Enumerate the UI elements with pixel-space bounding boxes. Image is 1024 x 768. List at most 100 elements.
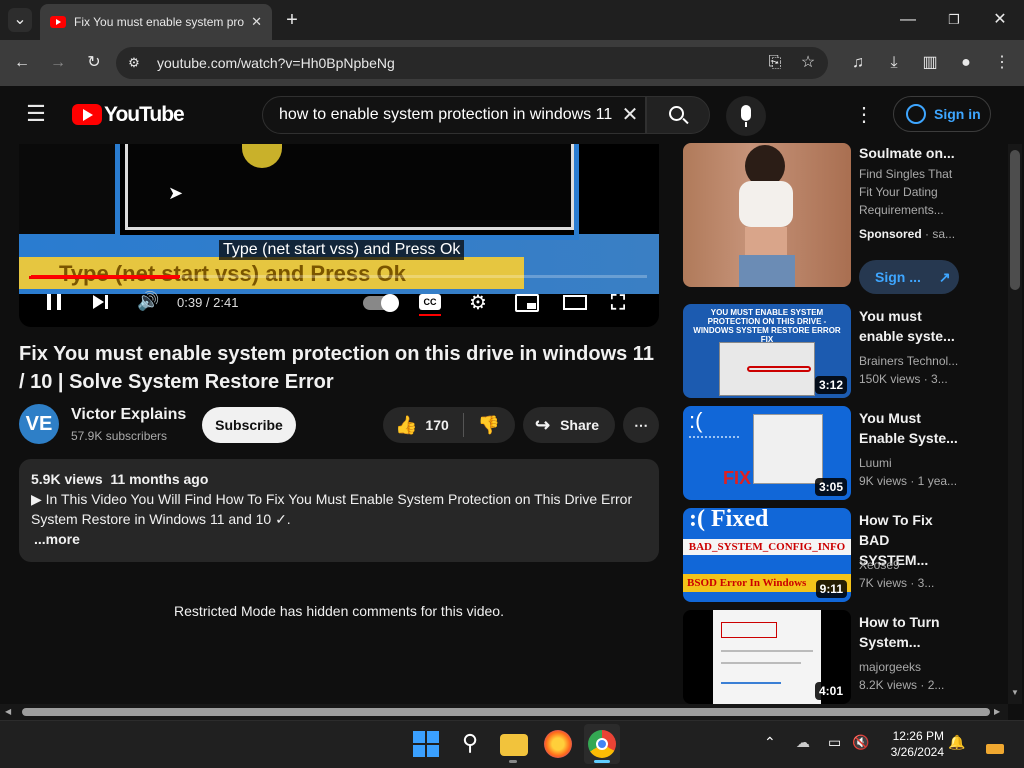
taskbar-clock[interactable]: 12:26 PM 3/26/2024 — [884, 728, 944, 760]
recommended-video[interactable]: YOU MUST ENABLE SYSTEM PROTECTION ON THI… — [683, 304, 1003, 400]
search-input[interactable]: how to enable system protection in windo… — [262, 96, 646, 134]
tab-close-icon[interactable]: ✕ — [251, 14, 262, 30]
thumbnail-error-code: BAD_SYSTEM_CONFIG_INFO — [683, 539, 851, 555]
onedrive-icon[interactable]: ☁ — [796, 734, 810, 751]
speaker-muted-icon[interactable]: 🔇 — [852, 734, 869, 751]
new-tab-icon[interactable]: + — [280, 8, 304, 32]
video-meta: 150K views · 3... — [859, 372, 948, 386]
profile-icon[interactable]: ● — [954, 51, 978, 75]
voice-search-button[interactable] — [726, 96, 766, 136]
account-icon — [906, 104, 926, 124]
scroll-left-icon[interactable]: ◀ — [5, 707, 11, 716]
channel-name[interactable]: Brainers Technol... — [859, 354, 958, 368]
video-duration: 4:01 — [814, 682, 847, 700]
browser-menu-icon[interactable]: ⋮ — [990, 51, 1014, 75]
media-control-icon[interactable]: ♫ — [846, 51, 870, 75]
clock-time: 12:26 PM — [892, 729, 944, 743]
chrome-icon[interactable] — [588, 730, 616, 758]
browser-tab[interactable]: Fix You must enable system pro ✕ — [40, 4, 272, 40]
sponsored-label: Sponsored — [859, 227, 922, 241]
share-button[interactable]: ↪ Share — [523, 407, 615, 443]
show-more-link[interactable]: ...more — [34, 529, 647, 549]
windows-start-icon[interactable] — [412, 730, 440, 758]
horizontal-scroll-thumb[interactable] — [22, 708, 990, 716]
next-icon[interactable] — [93, 295, 104, 309]
settings-gear-icon[interactable]: ⚙ — [469, 290, 487, 315]
taskbar-search-icon[interactable]: ⚲ — [456, 730, 484, 758]
fullscreen-icon[interactable]: ⛶ — [611, 292, 625, 315]
site-info-icon[interactable]: ⚙ — [122, 51, 146, 75]
forward-icon[interactable]: → — [46, 51, 70, 75]
video-thumbnail[interactable]: :( FIX 3:05 — [683, 406, 851, 500]
scroll-right-icon[interactable]: ▶ — [994, 707, 1000, 716]
network-icon[interactable]: ▭ — [828, 734, 841, 751]
channel-name[interactable]: Xeose9 — [859, 558, 900, 572]
youtube-logo-icon[interactable] — [72, 104, 102, 125]
scroll-down-icon[interactable]: ▼ — [1011, 688, 1019, 697]
video-title[interactable]: You must enable syste... — [859, 306, 959, 346]
vertical-scroll-thumb[interactable] — [1010, 150, 1020, 290]
hamburger-menu-icon[interactable]: ☰ — [24, 102, 48, 126]
youtube-favicon-icon — [50, 16, 66, 28]
more-settings-icon[interactable]: ⋮ — [852, 103, 876, 127]
downloads-icon[interactable]: ⤓ — [882, 51, 906, 75]
ad-thumbnail[interactable] — [683, 143, 851, 287]
subscribe-button[interactable]: Subscribe — [202, 407, 296, 443]
horizontal-scrollbar[interactable]: ◀ ▶ — [0, 704, 1008, 720]
search-clear-icon[interactable]: ✕ — [618, 103, 642, 127]
theater-mode-icon[interactable] — [563, 295, 587, 310]
tray-overflow-icon[interactable]: ⌃ — [764, 734, 776, 751]
restore-icon[interactable]: ❐ — [942, 8, 966, 32]
channel-avatar[interactable]: VE — [19, 404, 59, 444]
like-icon[interactable]: 👍 — [395, 415, 417, 436]
dislike-icon[interactable]: 👎 — [478, 415, 500, 436]
back-icon[interactable]: ← — [10, 51, 34, 75]
miniplayer-icon[interactable] — [515, 294, 539, 312]
like-dislike-group: 👍 170 👎 — [383, 407, 515, 443]
ad-cta-button[interactable]: Sign ... ↗ — [859, 260, 959, 294]
video-thumbnail[interactable]: 4:01 — [683, 610, 851, 704]
browser-tab-bar: ⌄ Fix You must enable system pro ✕ + — ❐… — [0, 0, 1024, 40]
bookmark-star-icon[interactable]: ☆ — [796, 51, 820, 75]
search-button[interactable] — [646, 96, 710, 134]
video-thumbnail[interactable]: :( Fixed BAD_SYSTEM_CONFIG_INFO BSOD Err… — [683, 508, 851, 602]
video-thumbnail[interactable]: YOU MUST ENABLE SYSTEM PROTECTION ON THI… — [683, 304, 851, 398]
copilot-pre-icon[interactable] — [986, 744, 1004, 754]
file-explorer-icon[interactable] — [500, 734, 528, 756]
url-text[interactable]: youtube.com/watch?v=Hh0BpNpbeNg — [157, 55, 395, 71]
video-title[interactable]: How to Turn System... — [859, 612, 959, 652]
tab-search-icon[interactable]: ⌄ — [8, 8, 32, 32]
vertical-scrollbar[interactable]: ▲ ▼ — [1008, 144, 1022, 704]
like-count[interactable]: 170 — [425, 417, 448, 433]
video-duration: 9:11 — [815, 580, 847, 598]
video-player[interactable]: Type (net start vss) and Press Ok Type (… — [19, 144, 659, 327]
autoplay-toggle[interactable] — [363, 294, 399, 312]
recommended-video[interactable]: :( FIX 3:05 You Must Enable Syste... Luu… — [683, 406, 1003, 502]
recommended-video[interactable]: :( Fixed BAD_SYSTEM_CONFIG_INFO BSOD Err… — [683, 508, 1003, 604]
recommended-video[interactable]: 4:01 How to Turn System... majorgeeks 8.… — [683, 610, 1003, 706]
player-controls: 🔊 0:39 / 2:41 CC ⚙ ⛶ — [19, 290, 659, 316]
firefox-icon[interactable] — [544, 730, 572, 758]
channel-name[interactable]: Luumi — [859, 456, 892, 470]
description-box[interactable]: 5.9K views 11 months ago ▶ In This Video… — [19, 459, 659, 562]
ad-title[interactable]: Soulmate on... — [859, 143, 959, 163]
sign-in-label: Sign in — [934, 106, 981, 122]
channel-name[interactable]: Victor Explains — [71, 406, 186, 424]
notifications-bell-icon[interactable]: 🔔 — [948, 734, 965, 751]
reload-icon[interactable]: ↻ — [82, 51, 106, 75]
pause-icon[interactable] — [47, 294, 51, 310]
volume-icon[interactable]: 🔊 — [137, 291, 159, 312]
video-title: Fix You must enable system protection on… — [19, 343, 654, 393]
window-close-icon[interactable]: ✕ — [988, 8, 1012, 32]
install-app-icon[interactable]: ⎘ — [763, 51, 787, 75]
side-panel-icon[interactable]: ▥ — [918, 51, 942, 75]
more-actions-icon[interactable]: ⋯ — [623, 407, 659, 443]
channel-name[interactable]: majorgeeks — [859, 660, 921, 674]
minimize-icon[interactable]: — — [896, 8, 920, 32]
youtube-logo-text[interactable]: YouTube — [104, 103, 185, 127]
subtitles-icon[interactable]: CC — [419, 294, 441, 310]
sponsored-ad[interactable]: Soulmate on... Find Singles That Fit You… — [683, 143, 1003, 294]
video-title[interactable]: You Must Enable Syste... — [859, 408, 959, 448]
sign-in-button[interactable]: Sign in — [893, 96, 991, 132]
progress-bar[interactable] — [31, 275, 647, 278]
